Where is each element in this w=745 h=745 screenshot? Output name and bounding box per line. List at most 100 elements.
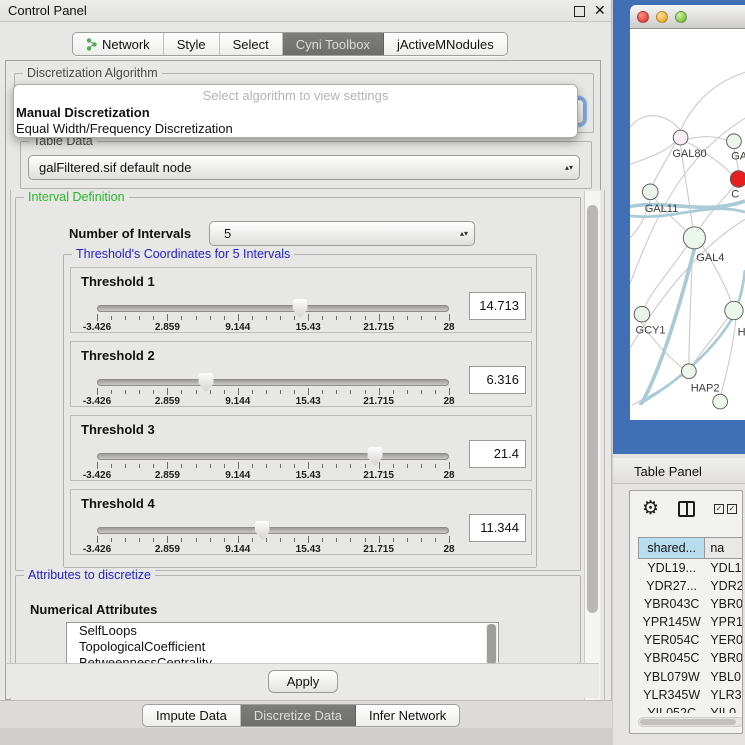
network-node[interactable] [730, 171, 745, 188]
table-cell: YBR045C [638, 649, 705, 667]
slider-track[interactable] [97, 527, 449, 534]
tab-style[interactable]: Style [164, 33, 220, 55]
tick-mark [196, 464, 197, 468]
network-node[interactable] [725, 301, 743, 319]
tab-cyni-toolbox[interactable]: Cyni Toolbox [283, 33, 384, 55]
tick-mark [407, 538, 408, 542]
table-row[interactable]: YER054CYER0 [638, 631, 743, 649]
attributes-scrollbar[interactable] [486, 624, 497, 665]
table-row[interactable]: YDR27...YDR2 [638, 577, 743, 595]
number-of-intervals-spinner[interactable]: 5 ▴▾ [209, 221, 475, 246]
column-visibility-icon[interactable] [678, 501, 695, 517]
close-traffic-light-icon[interactable] [637, 11, 649, 23]
table-horizontal-scrollbar[interactable] [638, 717, 743, 727]
tick-label: 15.43 [296, 544, 321, 555]
network-node[interactable] [673, 130, 688, 145]
tick-mark [153, 464, 154, 468]
tick-label: 2.859 [155, 470, 180, 481]
network-edge [693, 317, 729, 366]
tick-mark [393, 390, 394, 394]
threshold-slider[interactable]: -3.4262.8599.14415.4321.71528 [97, 522, 449, 552]
tab-discretize-data[interactable]: Discretize Data [241, 705, 356, 726]
minimize-traffic-light-icon[interactable] [656, 11, 668, 23]
slider-ticks [97, 536, 449, 544]
apply-button[interactable]: Apply [268, 670, 338, 693]
tab-select[interactable]: Select [220, 33, 283, 55]
threshold-value-field[interactable]: 6.316 [469, 366, 526, 394]
tick-mark [111, 464, 112, 468]
tick-mark [266, 464, 267, 468]
tab-network[interactable]: Network [73, 33, 164, 55]
threshold-value-field[interactable]: 11.344 [469, 514, 526, 542]
zoom-traffic-light-icon[interactable] [675, 11, 687, 23]
checkbox-icon[interactable]: ✓ [714, 504, 724, 514]
dropdown-option-equal-width[interactable]: Equal Width/Frequency Discretization [14, 120, 577, 136]
cyni-toolbox-panel: Discretization Algorithm ▴▾ Table Data g… [5, 60, 601, 700]
table-panel-titlebar: Table Panel [613, 458, 745, 484]
gear-icon[interactable]: ⚙ [642, 497, 659, 520]
table-header-cell[interactable]: na [705, 537, 743, 559]
tick-label: 2.859 [155, 322, 180, 333]
float-window-icon[interactable] [574, 6, 585, 17]
tab-label: Cyni Toolbox [296, 37, 370, 52]
threshold-slider[interactable]: -3.4262.8599.14415.4321.71528 [97, 300, 449, 330]
tick-label: 9.144 [225, 396, 250, 407]
tick-mark [111, 390, 112, 394]
table-row[interactable]: YLR345WYLR3 [638, 686, 743, 704]
numerical-attributes-list[interactable]: SelfLoopsTopologicalCoefficientBetweenne… [66, 622, 499, 665]
table-row[interactable]: YBR045CYBR0 [638, 649, 743, 667]
threshold-slider[interactable]: -3.4262.8599.14415.4321.71528 [97, 374, 449, 404]
table-row[interactable]: YBR043CYBR0 [638, 595, 743, 613]
network-node[interactable] [727, 134, 742, 149]
tab-impute-data[interactable]: Impute Data [143, 705, 241, 726]
network-edge [630, 116, 681, 130]
tick-mark [435, 464, 436, 468]
vertical-scrollbar[interactable] [584, 191, 600, 724]
tab-infer-network[interactable]: Infer Network [356, 705, 459, 726]
slider-track[interactable] [97, 379, 449, 386]
network-node[interactable] [682, 364, 697, 379]
tick-mark [350, 316, 351, 320]
network-canvas[interactable]: GAL80GACGAL11GAL4GCY1HHAP2 [630, 29, 745, 420]
tick-mark [238, 314, 239, 321]
slider-track[interactable] [97, 453, 449, 460]
network-node[interactable] [634, 306, 650, 322]
threshold-slider[interactable]: -3.4262.8599.14415.4321.71528 [97, 448, 449, 478]
threshold-value-field[interactable]: 21.4 [469, 440, 526, 468]
dropdown-placeholder-item[interactable]: Select algorithm to view settings [14, 85, 577, 104]
tick-label: 28 [443, 470, 454, 481]
tick-label: 21.715 [363, 544, 394, 555]
table-header-cell[interactable]: shared... [638, 537, 705, 559]
tick-mark [167, 314, 168, 321]
tab-jactivemnodules[interactable]: jActiveMNodules [384, 33, 507, 55]
table-data-combobox[interactable]: galFiltered.sif default node ▴▾ [28, 155, 580, 180]
attribute-list-item[interactable]: SelfLoops [67, 623, 498, 639]
tick-mark [266, 538, 267, 542]
dropdown-option-manual[interactable]: Manual Discretization [14, 104, 577, 120]
checkbox-icon[interactable]: ✓ [727, 504, 737, 514]
tick-mark [139, 390, 140, 394]
tick-mark [153, 390, 154, 394]
tick-mark [125, 316, 126, 320]
close-icon[interactable]: ✕ [594, 2, 606, 19]
table-cell: YIL0 [705, 704, 743, 713]
network-node[interactable] [642, 184, 658, 200]
threshold-value-field[interactable]: 14.713 [469, 292, 526, 320]
table-horizontal-scrollbar-thumb[interactable] [640, 719, 736, 725]
network-window-titlebar[interactable] [630, 5, 745, 29]
attributes-scrollbar-thumb[interactable] [487, 624, 496, 665]
attribute-list-item[interactable]: TopologicalCoefficient [67, 639, 498, 655]
vertical-scrollbar-thumb[interactable] [587, 205, 598, 613]
table-cell: YBR0 [705, 649, 743, 667]
table-row[interactable]: YIL052CYIL0 [638, 704, 743, 713]
slider-track[interactable] [97, 305, 449, 312]
network-node[interactable] [683, 227, 705, 249]
table-row[interactable]: YDL19...YDL1 [638, 559, 743, 577]
tick-mark [97, 388, 98, 395]
tick-mark [322, 464, 323, 468]
table-row[interactable]: YBL079WYBL0 [638, 668, 743, 686]
tick-label: 28 [443, 544, 454, 555]
tick-mark [407, 464, 408, 468]
table-row[interactable]: YPR145WYPR1 [638, 613, 743, 631]
network-node[interactable] [713, 394, 728, 409]
